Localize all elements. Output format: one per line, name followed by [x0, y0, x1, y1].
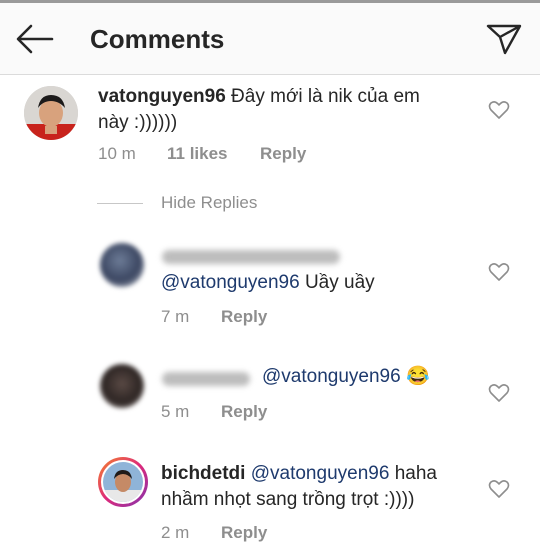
reply-body: bichdetdi @vatonguyen96 haha: [161, 461, 437, 487]
reply-body: @vatonguyen96 Uầy uầy: [161, 270, 375, 296]
back-button[interactable]: [12, 21, 56, 57]
reply-button[interactable]: Reply: [221, 307, 267, 326]
hide-replies-divider: [97, 203, 143, 204]
back-arrow-icon: [16, 24, 54, 54]
comment-username[interactable]: vatonguyen96: [98, 86, 226, 107]
blurred-username: [162, 372, 250, 386]
avatar[interactable]: [100, 364, 144, 408]
like-heart-icon[interactable]: [488, 100, 510, 120]
avatar[interactable]: [24, 86, 78, 140]
reply-text: Uầy uầy: [304, 272, 375, 293]
blurred-username: [162, 250, 340, 264]
page-title: Comments: [90, 24, 225, 54]
avatar-story-ring[interactable]: [98, 457, 148, 507]
emoji: 😂: [405, 366, 430, 387]
reply-button[interactable]: Reply: [221, 402, 267, 421]
reply-button[interactable]: Reply: [221, 523, 267, 542]
comment-body: vatonguyen96 Đây mới là nik của em: [98, 84, 420, 110]
comment-text-line2: này :)))))): [98, 112, 178, 133]
profile-photo: [103, 462, 143, 502]
like-heart-icon[interactable]: [488, 383, 510, 403]
avatar[interactable]: [100, 243, 144, 287]
reply-username[interactable]: bichdetdi: [161, 463, 245, 484]
mention-link[interactable]: @vatonguyen96: [161, 272, 300, 293]
reply-button[interactable]: Reply: [260, 144, 306, 163]
comment-time: 10 m: [98, 144, 136, 163]
hide-replies-button[interactable]: Hide Replies: [161, 193, 257, 213]
like-heart-icon[interactable]: [488, 262, 510, 282]
mention-link[interactable]: @vatonguyen96: [251, 463, 390, 484]
reply-text: haha: [394, 463, 437, 484]
mention-link[interactable]: @vatonguyen96: [262, 366, 401, 387]
reply-body: @vatonguyen96 😂: [262, 364, 430, 390]
like-heart-icon[interactable]: [488, 479, 510, 499]
comment-text: Đây mới là nik của em: [231, 86, 420, 107]
avatar-inner: [101, 460, 145, 504]
comment-likes[interactable]: 11 likes: [167, 144, 228, 163]
send-icon: [486, 24, 522, 55]
reply-time: 7 m: [161, 307, 190, 326]
direct-share-button[interactable]: [484, 21, 524, 57]
reply-time: 5 m: [161, 402, 190, 421]
reply-time: 2 m: [161, 523, 190, 542]
profile-photo: [24, 86, 78, 140]
comments-header: Comments: [0, 3, 540, 75]
reply-text-line2: nhầm nhọt sang trồng trọt :)))): [161, 489, 415, 510]
